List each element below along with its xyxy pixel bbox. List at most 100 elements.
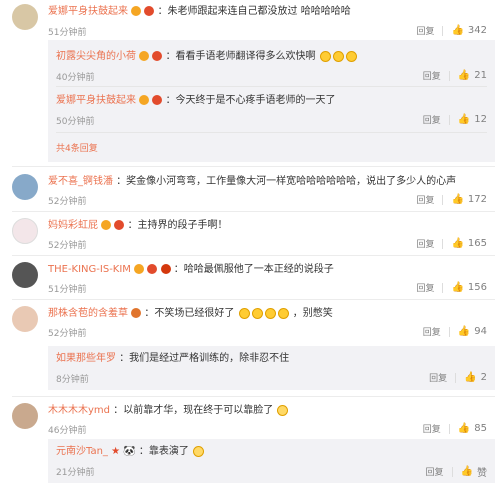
comment-item: 木木木木ymd ：以前靠才华，现在终于可以靠脸了 46分钟前 回复 👍 85 元南… — [0, 397, 495, 500]
like-button[interactable]: 👍 94 — [450, 326, 487, 337]
reply-text: ：靠表演了 — [138, 446, 189, 457]
thumbs-up-icon: 👍 — [451, 25, 464, 36]
like-button[interactable]: 👍 172 — [443, 194, 487, 205]
thumbs-up-icon: 👍 — [457, 114, 471, 125]
comment-time: 52分钟前 — [48, 329, 87, 339]
like-count: 12 — [474, 114, 487, 125]
laugh-emoji-icon — [264, 307, 276, 319]
like-button[interactable]: 👍 342 — [443, 25, 487, 36]
avatar[interactable] — [12, 4, 38, 30]
reply-button[interactable]: 回复 — [408, 237, 442, 250]
like-button[interactable]: 👍 165 — [443, 238, 487, 249]
reply-button[interactable]: 回复 — [415, 325, 449, 338]
level-badge-icon — [152, 51, 163, 61]
reply-button[interactable]: 回复 — [415, 422, 449, 435]
comment-username[interactable]: 爱不喜_锕钱潘 — [48, 176, 113, 187]
level-badge-icon — [114, 220, 125, 230]
laugh-emoji-icon — [345, 50, 357, 62]
comment-username[interactable]: 木木木木ymd — [48, 405, 110, 416]
star-icon: ★ — [111, 446, 121, 457]
smirk-emoji-icon — [193, 445, 205, 457]
comment-text: ：不笑场已经很好了 — [144, 308, 235, 319]
comment-item: 爱娜平身扶鼓起来 ：朱老师跟起来连自己都没放过 哈哈哈哈哈 51分钟前 回复 👍… — [0, 0, 495, 162]
avatar[interactable] — [12, 306, 38, 332]
like-count: 21 — [474, 70, 487, 81]
like-count: 2 — [480, 372, 487, 383]
more-replies-link[interactable]: 共4条回复 — [56, 141, 98, 154]
comment-text-tail: ，别憋笑 — [292, 308, 333, 319]
smirk-emoji-icon — [277, 404, 289, 416]
thumbs-up-icon: 👍 — [457, 70, 471, 81]
vip-badge-icon — [139, 95, 150, 105]
vip-badge-icon — [101, 220, 112, 230]
reply-button[interactable]: 回复 — [408, 24, 442, 37]
comment-item: 爱不喜_锕钱潘 ：奖金像小河弯弯，工作量像大河一样宽哈哈哈哈哈哈，说出了多少人的… — [0, 168, 495, 210]
thumbs-up-icon: 👍 — [464, 372, 477, 383]
reply-button[interactable]: 回复 — [415, 69, 449, 82]
fan-badge-icon — [160, 264, 171, 274]
like-button[interactable]: 👍 赞 — [453, 464, 487, 479]
panda-icon: 🐼 — [123, 446, 136, 457]
comment-item: 妈妈彩虹屁 ：主持界的段子手啊！ 52分钟前 回复 👍 165 — [0, 212, 495, 254]
like-button[interactable]: 👍 21 — [450, 70, 487, 81]
reply-panel: 元南沙Tan_ ★ 🐼 ：靠表演了 21分钟前 回复 👍 赞 — [48, 439, 495, 483]
like-count: 342 — [467, 25, 487, 36]
level-badge-icon — [152, 95, 163, 105]
reply-username[interactable]: 初露尖尖角的小荷 — [56, 51, 136, 62]
vip-badge-icon — [134, 264, 145, 274]
thumbs-up-icon: 👍 — [457, 423, 471, 434]
comment-username[interactable]: 那株含苞的含羞草 — [48, 308, 128, 319]
thumbs-up-icon: 👍 — [460, 466, 473, 477]
reply-item: 爱娜平身扶鼓起来 ：今天终于是不心疼手语老师的一天了 50分钟前 回复 👍 12 — [48, 90, 495, 130]
comment-username[interactable]: 妈妈彩虹屁 — [48, 220, 98, 231]
thumbs-up-icon: 👍 — [457, 326, 471, 337]
like-count: 赞 — [477, 468, 487, 479]
reply-panel: 初露尖尖角的小荷 ：看看手语老师翻译得多么欢快啊 40分钟前 回复 👍 21 爱娜… — [48, 40, 495, 162]
like-count: 156 — [467, 282, 487, 293]
avatar[interactable] — [12, 262, 38, 288]
avatar[interactable] — [12, 403, 38, 429]
reply-time: 21分钟前 — [56, 468, 95, 478]
comment-text: ：主持界的段子手啊！ — [127, 220, 228, 231]
reply-item: 如果那些年罗 ：我们是经过严格训练的，除非忍不住 8分钟前 回复 👍 2 — [48, 348, 495, 388]
like-button[interactable]: 👍 2 — [456, 372, 487, 383]
laugh-emoji-icon — [251, 307, 263, 319]
reply-button[interactable]: 回复 — [421, 371, 455, 384]
reply-button[interactable]: 回复 — [408, 281, 442, 294]
like-button[interactable]: 👍 156 — [443, 282, 487, 293]
comment-text: ：哈哈最佩服他了一本正经的说段子 — [173, 264, 334, 275]
like-button[interactable]: 👍 12 — [450, 114, 487, 125]
level-badge-icon — [131, 308, 142, 318]
avatar[interactable] — [12, 218, 38, 244]
reply-button[interactable]: 回复 — [418, 465, 452, 478]
thumbs-up-icon: 👍 — [451, 282, 464, 293]
comment-time: 46分钟前 — [48, 426, 87, 436]
comment-text: ：以前靠才华，现在终于可以靠脸了 — [113, 405, 274, 416]
thumbs-up-icon: 👍 — [451, 194, 464, 205]
laugh-emoji-icon — [319, 50, 331, 62]
level-badge-icon — [144, 6, 155, 16]
reply-item: 初露尖尖角的小荷 ：看看手语老师翻译得多么欢快啊 40分钟前 回复 👍 21 — [48, 46, 495, 86]
reply-item: 元南沙Tan_ ★ 🐼 ：靠表演了 21分钟前 回复 👍 赞 — [48, 441, 495, 481]
comment-time: 51分钟前 — [48, 28, 87, 38]
comment-item: 那株含苞的含羞草 ：不笑场已经很好了 ，别憋笑 52分钟前 回复 👍 94 如果那… — [0, 300, 495, 396]
comment-item: THE-KING-IS-KIM ：哈哈最佩服他了一本正经的说段子 51分钟前 回… — [0, 256, 495, 298]
comment-username[interactable]: THE-KING-IS-KIM — [48, 264, 131, 275]
laugh-emoji-icon — [332, 50, 344, 62]
avatar[interactable] — [12, 174, 38, 200]
like-button[interactable]: 👍 85 — [450, 423, 487, 434]
reply-username[interactable]: 元南沙Tan_ — [56, 446, 108, 457]
comment-text: ：朱老师跟起来连自己都没放过 哈哈哈哈哈 — [157, 6, 351, 17]
comment-time: 51分钟前 — [48, 285, 87, 295]
reply-username[interactable]: 爱娜平身扶鼓起来 — [56, 95, 136, 106]
laugh-emoji-icon — [238, 307, 250, 319]
reply-text: ：我们是经过严格训练的，除非忍不住 — [119, 353, 290, 364]
comment-username[interactable]: 爱娜平身扶鼓起来 — [48, 6, 128, 17]
comment-time: 52分钟前 — [48, 241, 87, 251]
reply-username[interactable]: 如果那些年罗 — [56, 353, 116, 364]
reply-button[interactable]: 回复 — [415, 113, 449, 126]
laugh-emoji-icon — [277, 307, 289, 319]
comment-time: 52分钟前 — [48, 197, 87, 207]
like-count: 85 — [474, 423, 487, 434]
reply-button[interactable]: 回复 — [408, 193, 442, 206]
